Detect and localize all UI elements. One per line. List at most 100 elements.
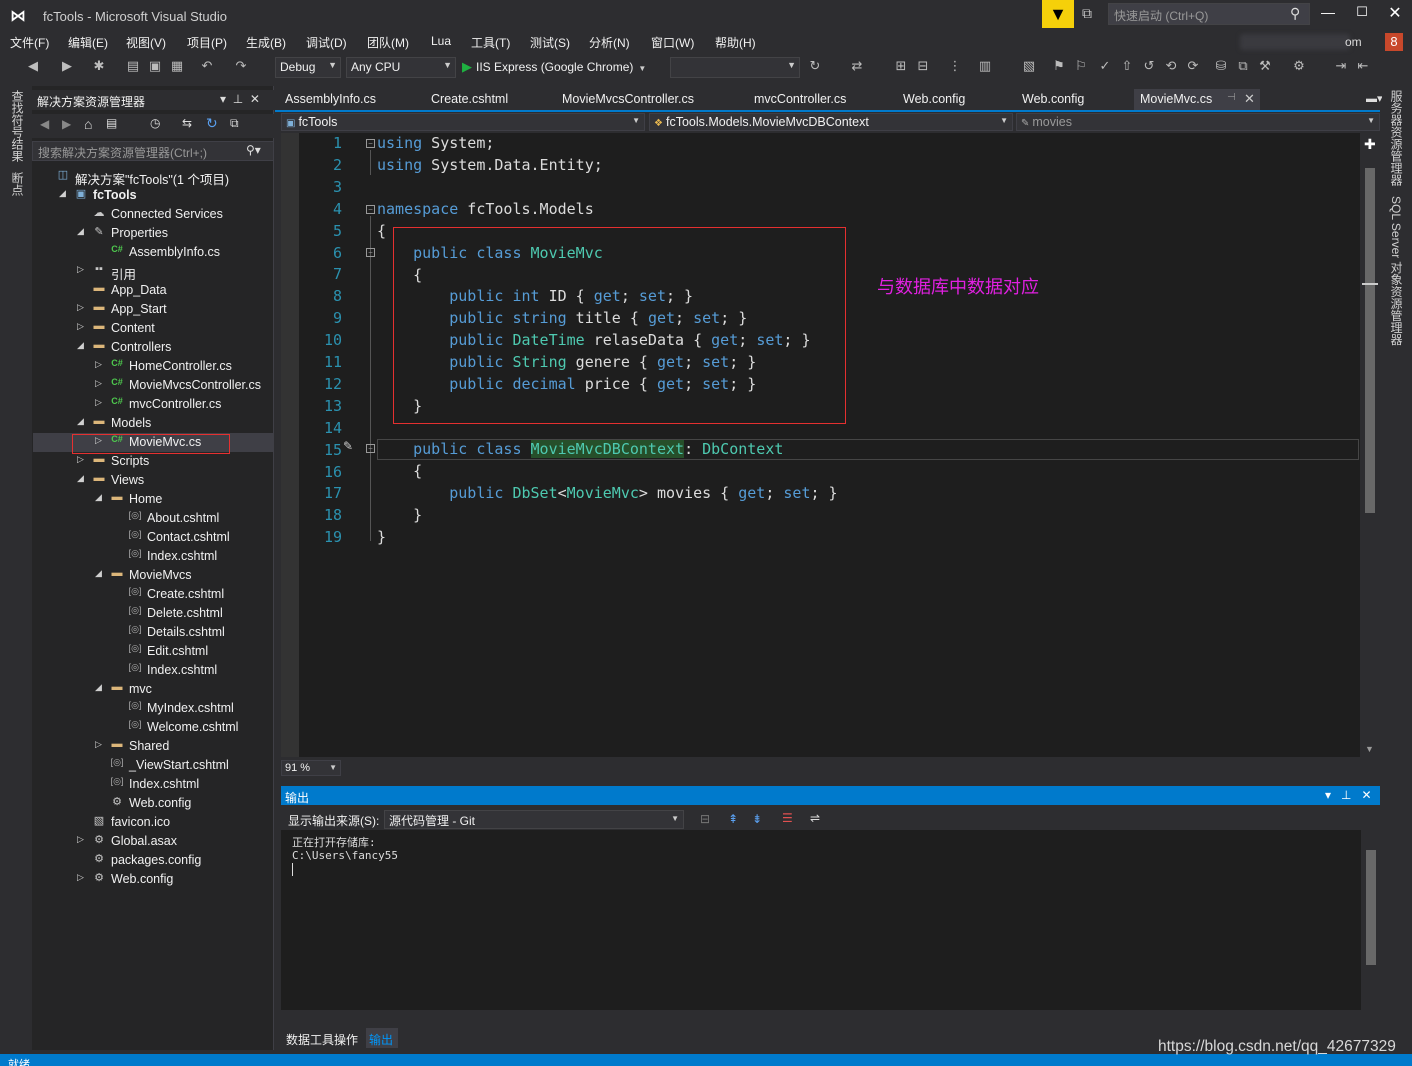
- collapse-icon[interactable]: ◢: [77, 340, 87, 351]
- collapse-icon[interactable]: ◢: [95, 682, 105, 693]
- back-icon[interactable]: ◀: [40, 117, 49, 131]
- open-file-icon[interactable]: ▤: [124, 58, 142, 74]
- document-tab[interactable]: Create.cshtml: [431, 92, 508, 106]
- maximize-button[interactable]: ☐: [1352, 4, 1372, 20]
- scroll-down-icon[interactable]: ▼: [1365, 744, 1374, 754]
- close-icon[interactable]: ✕: [1362, 788, 1372, 802]
- filter-icon[interactable]: ▼: [1042, 0, 1074, 28]
- document-tab[interactable]: MovieMvcsController.cs: [562, 92, 694, 106]
- collapse-icon[interactable]: ◢: [59, 188, 69, 199]
- settings-icon[interactable]: ⚙: [1290, 58, 1308, 74]
- menu-item[interactable]: 视图(V): [126, 34, 166, 51]
- menu-item[interactable]: 测试(S): [530, 34, 570, 51]
- database-icon[interactable]: ⛁: [1212, 58, 1230, 74]
- tools-icon[interactable]: ⚒: [1256, 58, 1274, 74]
- menu-item[interactable]: 项目(P): [187, 34, 227, 51]
- layout-icon[interactable]: ▥: [976, 58, 994, 74]
- collapse-icon[interactable]: −: [366, 248, 375, 257]
- project-dropdown[interactable]: ▣ fcTools ▼: [281, 113, 645, 131]
- menu-item[interactable]: 窗口(W): [651, 34, 694, 51]
- indent-icon[interactable]: ⇥: [1332, 58, 1350, 74]
- sync-icon[interactable]: ⇆: [182, 116, 192, 130]
- comment-icon[interactable]: ▧: [1020, 58, 1038, 74]
- sql-server-object-explorer-tab[interactable]: SQL Server 对象资源管理器: [1388, 196, 1405, 346]
- menu-item[interactable]: 团队(M): [367, 34, 409, 51]
- platform-dropdown[interactable]: Any CPU ▼: [346, 57, 456, 78]
- menu-item[interactable]: 调试(D): [306, 34, 347, 51]
- document-tab[interactable]: AssemblyInfo.cs: [285, 92, 376, 106]
- tree-item[interactable]: [◎] Index.cshtml: [33, 661, 273, 680]
- expand-icon[interactable]: ▷: [77, 834, 87, 845]
- configuration-dropdown[interactable]: Debug ▼: [275, 57, 341, 78]
- switch-views-icon[interactable]: ▤: [106, 116, 117, 130]
- output-text-area[interactable]: [281, 830, 1361, 1010]
- browser-link-icon[interactable]: ⇄: [848, 58, 866, 74]
- browser-link-dropdown[interactable]: ▼: [670, 57, 800, 78]
- search-icon[interactable]: ⚲▾: [246, 143, 261, 157]
- clear-all-icon[interactable]: ☰: [782, 811, 793, 825]
- history-icon[interactable]: ⟲: [1162, 58, 1180, 74]
- tab-overflow-icon[interactable]: ▬▾: [1366, 92, 1383, 105]
- menu-item[interactable]: 编辑(E): [68, 34, 108, 51]
- document-tab[interactable]: Web.config: [1022, 92, 1084, 106]
- upload-icon[interactable]: ⇧: [1118, 58, 1136, 74]
- compare-icon[interactable]: ⧉: [1234, 58, 1252, 74]
- expand-icon[interactable]: ▷: [95, 378, 105, 389]
- tree-item[interactable]: ▷ C# HomeController.cs: [33, 357, 273, 376]
- scrollbar-thumb[interactable]: [1365, 168, 1375, 513]
- output-horizontal-scrollbar[interactable]: [281, 1010, 1380, 1026]
- tree-item[interactable]: [◎] Delete.cshtml: [33, 604, 273, 623]
- close-icon[interactable]: ✕: [1244, 91, 1255, 107]
- refresh-icon[interactable]: ↻: [206, 115, 218, 132]
- undo-icon[interactable]: ↶: [198, 58, 216, 74]
- bookmark-icon[interactable]: ⚑: [1050, 58, 1068, 74]
- breakpoints-tab[interactable]: 断点: [9, 172, 26, 196]
- collapse-icon[interactable]: ◢: [77, 226, 87, 237]
- menu-item[interactable]: 帮助(H): [715, 34, 756, 51]
- collapse-icon[interactable]: ◢: [95, 568, 105, 579]
- zoom-dropdown[interactable]: 91 % ▼: [281, 760, 341, 776]
- tree-item[interactable]: [◎] About.cshtml: [33, 509, 273, 528]
- search-icon[interactable]: ⚲: [1290, 5, 1300, 22]
- tree-item[interactable]: ▷ ▬ Content: [33, 319, 273, 338]
- tree-item[interactable]: ▧ favicon.ico: [33, 813, 273, 832]
- expand-icon[interactable]: ▷: [95, 739, 105, 750]
- tree-item[interactable]: ◢ ▬ mvc: [33, 680, 273, 699]
- collapse-icon[interactable]: −: [366, 444, 375, 453]
- collapse-all-icon[interactable]: ⧉: [230, 116, 239, 131]
- menu-item[interactable]: 文件(F): [10, 34, 49, 51]
- type-dropdown[interactable]: ❖ fcTools.Models.MovieMvcDBContext ▼: [649, 113, 1013, 131]
- tree-item[interactable]: ◢ ▬ Views: [33, 471, 273, 490]
- tree-item[interactable]: ▷ ⚙ Web.config: [33, 870, 273, 889]
- tree-item[interactable]: ▷ ▪▪ 引用: [33, 262, 273, 282]
- tree-item[interactable]: [◎] _ViewStart.cshtml: [33, 756, 273, 775]
- tree-item[interactable]: [◎] Contact.cshtml: [33, 528, 273, 547]
- undo-change-icon[interactable]: ↺: [1140, 58, 1158, 74]
- tab-data-tools-operations[interactable]: 数据工具操作: [286, 1031, 358, 1048]
- pin-icon[interactable]: ⊣: [1227, 92, 1236, 103]
- refresh-icon[interactable]: ↻: [806, 58, 824, 74]
- menu-item[interactable]: 生成(B): [246, 34, 286, 51]
- tree-item[interactable]: ◢ ▬ MovieMvcs: [33, 566, 273, 585]
- tree-item[interactable]: ▷ ▬ Shared: [33, 737, 273, 756]
- document-tab[interactable]: mvcController.cs: [754, 92, 846, 106]
- tree-item[interactable]: [◎] Index.cshtml: [33, 775, 273, 794]
- pin-icon[interactable]: ⊥: [1341, 788, 1351, 802]
- expand-icon[interactable]: ▷: [77, 872, 87, 883]
- expand-icon[interactable]: ▷: [77, 302, 87, 313]
- new-project-icon[interactable]: ✱: [90, 58, 108, 74]
- close-window-button[interactable]: ✕: [1385, 3, 1405, 23]
- tree-item[interactable]: ◫ 解决方案"fcTools"(1 个项目): [33, 167, 273, 187]
- tree-item[interactable]: ▷ ▬ Scripts: [33, 452, 273, 471]
- tree-item[interactable]: ⚙ packages.config: [33, 851, 273, 870]
- document-tab[interactable]: MovieMvc.cs: [1140, 92, 1212, 106]
- menu-item[interactable]: Lua: [431, 34, 451, 48]
- expand-icon[interactable]: ▷: [95, 359, 105, 370]
- solution-search-input[interactable]: 搜索解决方案资源管理器(Ctrl+;): [32, 141, 274, 161]
- tree-item[interactable]: ☁ Connected Services: [33, 205, 273, 224]
- back-icon[interactable]: ◀: [24, 58, 42, 74]
- tree-item[interactable]: [◎] MyIndex.cshtml: [33, 699, 273, 718]
- tree-item[interactable]: ◢ ✎ Properties: [33, 224, 273, 243]
- pending-changes-icon[interactable]: ◷: [150, 116, 160, 130]
- notification-badge[interactable]: 8: [1385, 33, 1403, 51]
